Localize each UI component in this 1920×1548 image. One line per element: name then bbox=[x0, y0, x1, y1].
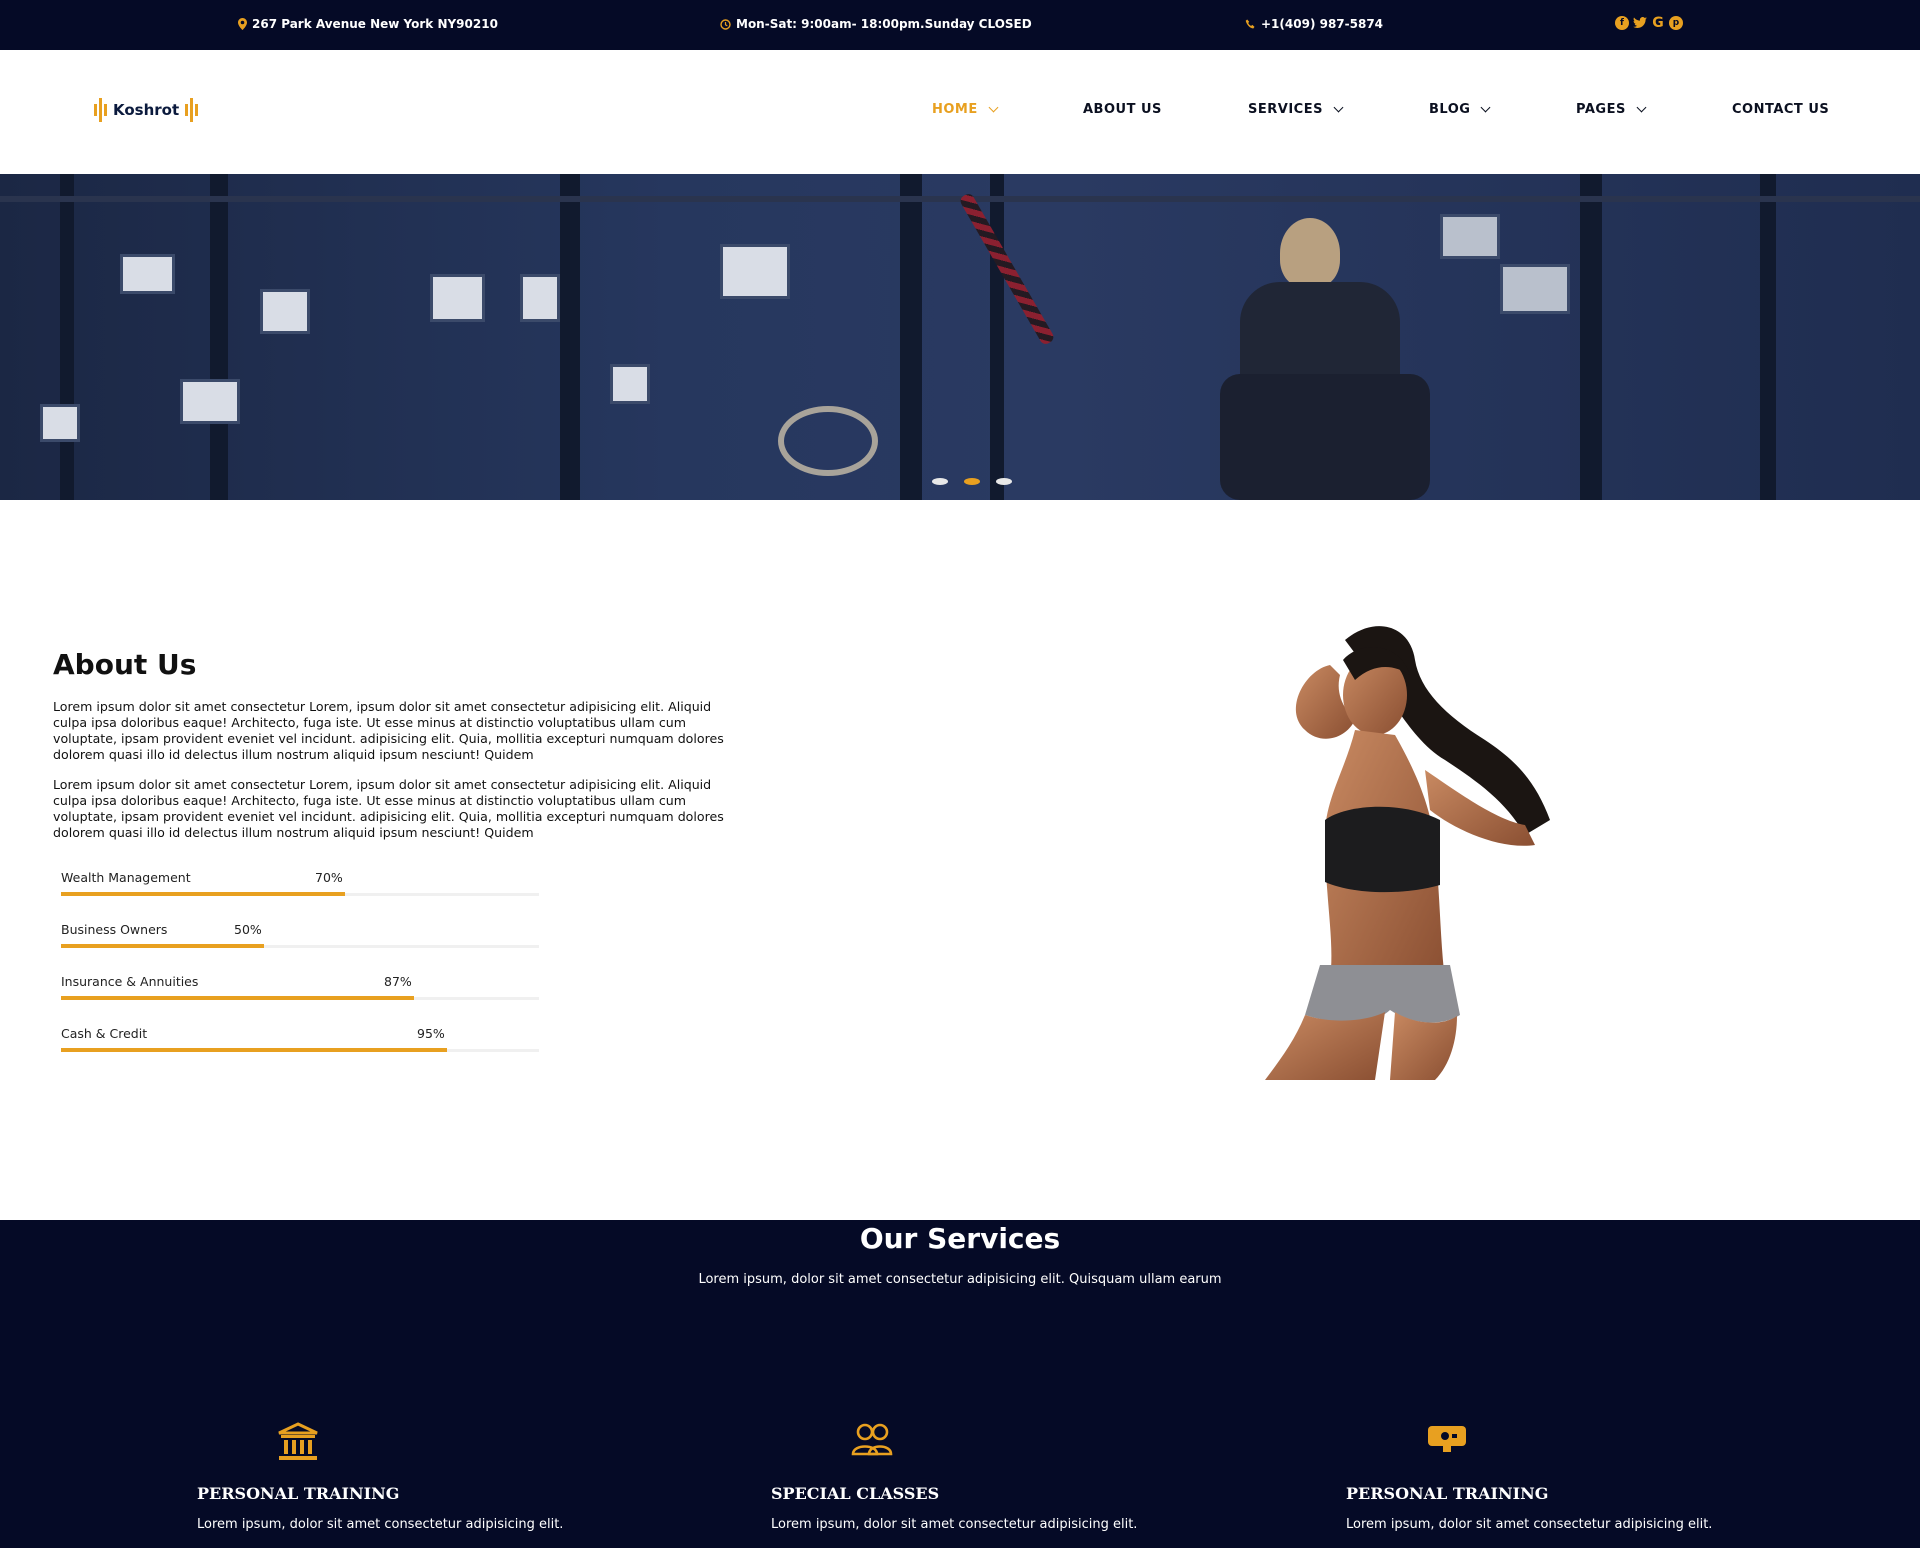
top-info-bar: 267 Park Avenue New York NY90210 Mon-Sat… bbox=[0, 0, 1920, 50]
chevron-down-icon bbox=[1481, 102, 1491, 113]
hero-slider bbox=[0, 174, 1920, 500]
twitter-icon[interactable] bbox=[1633, 16, 1647, 30]
nav-home-label: HOME bbox=[932, 102, 978, 117]
skill-percent: 70% bbox=[315, 870, 343, 885]
services-section: Our Services Lorem ipsum, dolor sit amet… bbox=[0, 1220, 1920, 1548]
about-title: About Us bbox=[53, 648, 197, 681]
skill-label: Business Owners bbox=[61, 922, 168, 937]
slider-dot[interactable] bbox=[932, 478, 948, 485]
fitness-model-image bbox=[1265, 626, 1550, 1080]
services-subtitle: Lorem ipsum, dolor sit amet consectetur … bbox=[698, 1272, 1222, 1287]
service-text: Lorem ipsum, dolor sit amet consectetur … bbox=[1346, 1517, 1713, 1532]
slider-dots bbox=[932, 478, 1012, 485]
service-title: PERSONAL TRAINING bbox=[197, 1484, 400, 1503]
users-icon bbox=[851, 1423, 893, 1456]
clock-icon bbox=[720, 18, 731, 30]
phone-info[interactable]: +1(409) 987-5874 bbox=[1245, 17, 1383, 31]
about-paragraph-2: Lorem ipsum dolor sit amet consectetur L… bbox=[53, 777, 724, 840]
nav-blog-label: BLOG bbox=[1429, 102, 1471, 117]
nav-services[interactable]: SERVICES bbox=[1248, 102, 1344, 117]
skill-label: Insurance & Annuities bbox=[61, 974, 199, 989]
google-icon[interactable]: G bbox=[1651, 15, 1665, 31]
logo-text: Koshrot bbox=[113, 101, 180, 119]
address-info: 267 Park Avenue New York NY90210 bbox=[238, 17, 498, 31]
skill-percent: 95% bbox=[417, 1026, 445, 1041]
nav-contact-label: CONTACT US bbox=[1732, 102, 1830, 117]
chevron-down-icon bbox=[988, 102, 999, 113]
nav-home[interactable]: HOME bbox=[932, 102, 999, 117]
logo-mark-right bbox=[185, 98, 199, 122]
skill-fill bbox=[61, 996, 414, 1000]
service-text: Lorem ipsum, dolor sit amet consectetur … bbox=[771, 1517, 1138, 1532]
phone-icon bbox=[1245, 19, 1255, 28]
bank-icon bbox=[278, 1422, 318, 1460]
main-navbar: Koshrot HOME ABOUT US SERVICES BLOG PAGE… bbox=[0, 50, 1920, 174]
hours-text: Mon-Sat: 9:00am- 18:00pm.Sunday CLOSED bbox=[736, 17, 1032, 31]
chevron-down-icon bbox=[1636, 102, 1647, 113]
slider-dot-active[interactable] bbox=[964, 478, 980, 485]
nav-about[interactable]: ABOUT US bbox=[1083, 102, 1162, 117]
skill-label: Wealth Management bbox=[61, 870, 191, 885]
nav-about-label: ABOUT US bbox=[1083, 102, 1162, 117]
service-title: SPECIAL CLASSES bbox=[771, 1484, 940, 1503]
logo-mark bbox=[94, 98, 107, 122]
service-title: PERSONAL TRAINING bbox=[1346, 1484, 1549, 1503]
map-pin-icon bbox=[238, 18, 247, 30]
skill-label: Cash & Credit bbox=[61, 1026, 148, 1041]
nav-pages[interactable]: PAGES bbox=[1576, 102, 1647, 117]
nav-pages-label: PAGES bbox=[1576, 102, 1626, 117]
hours-info: Mon-Sat: 9:00am- 18:00pm.Sunday CLOSED bbox=[720, 17, 1032, 31]
skill-percent: 50% bbox=[234, 922, 262, 937]
service-text: Lorem ipsum, dolor sit amet consectetur … bbox=[197, 1517, 564, 1532]
skill-bar: Cash & Credit 95% bbox=[61, 1026, 539, 1066]
monitor-icon bbox=[1428, 1426, 1466, 1452]
skill-bar: Business Owners 50% bbox=[61, 922, 539, 962]
skill-bar: Insurance & Annuities 87% bbox=[61, 974, 539, 1014]
skill-percent: 87% bbox=[384, 974, 412, 989]
social-links: f G p bbox=[1615, 15, 1683, 31]
address-text: 267 Park Avenue New York NY90210 bbox=[252, 17, 498, 31]
phone-text: +1(409) 987-5874 bbox=[1261, 17, 1384, 31]
site-logo[interactable]: Koshrot bbox=[94, 98, 199, 122]
pinterest-icon[interactable]: p bbox=[1669, 16, 1683, 30]
chevron-down-icon bbox=[1333, 102, 1344, 113]
skill-fill bbox=[61, 944, 264, 948]
skill-fill bbox=[61, 1048, 447, 1052]
nav-contact[interactable]: CONTACT US bbox=[1732, 102, 1829, 117]
skill-fill bbox=[61, 892, 345, 896]
nav-services-label: SERVICES bbox=[1248, 102, 1323, 117]
services-title: Our Services bbox=[859, 1222, 1061, 1255]
nav-blog[interactable]: BLOG bbox=[1429, 102, 1491, 117]
about-paragraph-1: Lorem ipsum dolor sit amet consectetur L… bbox=[53, 699, 724, 762]
facebook-icon[interactable]: f bbox=[1615, 16, 1629, 30]
skill-bar: Wealth Management 70% bbox=[61, 870, 539, 910]
slider-dot[interactable] bbox=[996, 478, 1012, 485]
